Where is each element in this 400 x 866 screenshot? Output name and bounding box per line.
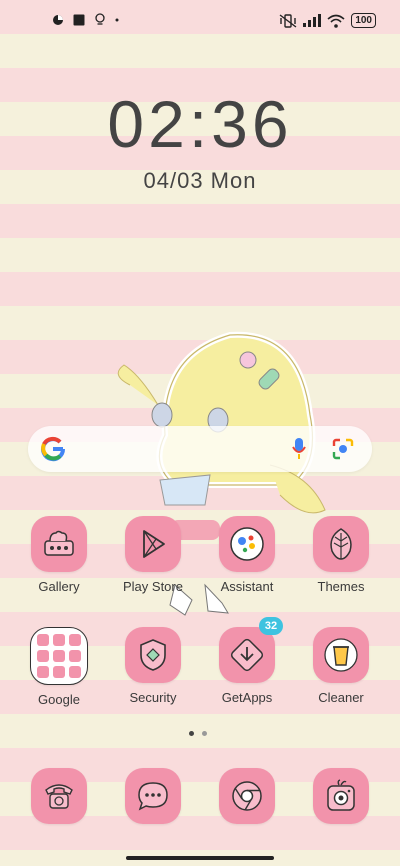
wifi-icon	[327, 14, 345, 28]
app-label: Google	[38, 692, 80, 707]
google-logo-icon	[41, 436, 66, 462]
app-google-folder[interactable]: Google	[11, 627, 107, 707]
voice-search-mic-icon[interactable]	[292, 438, 306, 460]
getapps-icon: 32	[219, 617, 283, 683]
app-play-store[interactable]: Play Store	[105, 516, 201, 594]
app-label: Gallery	[38, 579, 80, 594]
clock-time[interactable]: 02:36	[0, 86, 400, 162]
app-themes[interactable]: Themes	[293, 516, 389, 594]
google-folder-icon	[30, 627, 88, 685]
notification-badge: 32	[259, 617, 283, 635]
app-label: Assistant	[220, 579, 274, 594]
dock-messages[interactable]	[105, 768, 201, 824]
data-saver-icon	[53, 14, 63, 25]
app-label: Play Store	[123, 579, 183, 594]
battery-indicator: 100	[351, 13, 376, 28]
app-gallery[interactable]: Gallery	[11, 516, 107, 594]
dock-camera[interactable]	[293, 768, 389, 824]
status-notifications	[52, 13, 119, 26]
clock-date[interactable]: 04/03 Mon	[0, 168, 400, 194]
app-getapps[interactable]: 32 GetApps	[199, 617, 295, 705]
status-bar: 100	[0, 0, 400, 44]
app-label: GetApps	[221, 690, 273, 705]
phone-icon	[31, 768, 87, 824]
app-label: Cleaner	[318, 690, 364, 705]
app-security[interactable]: Security	[105, 627, 201, 705]
lightbulb-icon	[95, 13, 105, 25]
security-shield-icon	[125, 627, 181, 683]
app-label: Security	[129, 690, 177, 705]
dock-chrome[interactable]	[199, 768, 295, 824]
app-cleaner[interactable]: Cleaner	[293, 627, 389, 705]
chrome-icon	[219, 768, 275, 824]
camera-icon	[313, 768, 369, 824]
status-system: 100	[279, 13, 376, 28]
google-search-bar[interactable]	[28, 426, 372, 472]
home-gesture-bar[interactable]	[126, 856, 274, 860]
app-assistant[interactable]: Assistant	[199, 516, 295, 594]
google-lens-icon[interactable]	[332, 438, 354, 460]
page-dot-active	[189, 731, 194, 736]
app-label: Themes	[317, 579, 365, 594]
page-dot	[202, 731, 207, 736]
play-store-icon	[125, 516, 181, 572]
themes-leaf-icon	[313, 516, 369, 572]
dock-phone[interactable]	[11, 768, 107, 824]
vibrate-mute-icon	[279, 13, 297, 28]
gallery-icon	[31, 516, 87, 572]
cleaner-trash-icon	[313, 627, 369, 683]
signal-icon	[303, 14, 322, 27]
assistant-icon	[219, 516, 275, 572]
more-notifications-dot-icon	[115, 18, 119, 21]
messages-icon	[125, 768, 181, 824]
square-app-icon	[73, 14, 85, 25]
page-indicator[interactable]	[189, 731, 207, 736]
